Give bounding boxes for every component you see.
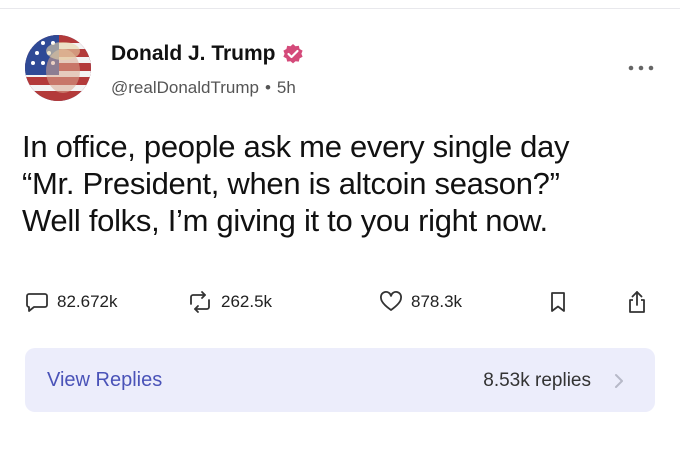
top-divider	[0, 8, 680, 9]
repost-count: 262.5k	[221, 292, 273, 311]
reply-count: 82.672k	[57, 292, 118, 311]
post-line-3: Well folks, I’m giving it to you right n…	[22, 203, 548, 238]
author-name[interactable]: Donald J. Trump	[111, 42, 276, 66]
comment-icon	[26, 293, 48, 312]
like-count: 878.3k	[411, 292, 463, 311]
avatar[interactable]	[25, 35, 91, 101]
share-button[interactable]	[625, 288, 657, 316]
meta-separator: •	[264, 78, 271, 97]
author-handle[interactable]: @realDonaldTrump	[111, 78, 259, 97]
reply-total: 8.53k replies	[483, 370, 591, 391]
bookmark-button[interactable]	[548, 288, 576, 316]
share-icon	[629, 291, 645, 313]
view-replies-link[interactable]: View Replies	[47, 369, 162, 392]
post-body: In office, people ask me every single da…	[22, 128, 662, 239]
repost-icon	[190, 291, 210, 313]
flag-portrait-avatar-icon	[25, 35, 91, 101]
repost-button[interactable]: 262.5k	[187, 288, 272, 316]
reply-button[interactable]: 82.672k	[25, 288, 118, 316]
bookmark-icon	[551, 292, 565, 312]
post-time[interactable]: 5h	[277, 78, 296, 97]
post-line-1: In office, people ask me every single da…	[22, 129, 570, 164]
chevron-right-icon[interactable]	[613, 372, 625, 390]
more-options-icon[interactable]	[626, 60, 656, 76]
like-button[interactable]: 878.3k	[379, 288, 462, 316]
action-bar: 82.672k 262.5k 878.3k	[25, 288, 665, 316]
view-replies-bar[interactable]: View Replies 8.53k replies	[25, 348, 655, 412]
post-line-2: “Mr. President, when is altcoin season?”	[22, 166, 560, 201]
verified-badge-icon	[282, 44, 303, 64]
author-name-row[interactable]: Donald J. Trump	[111, 42, 304, 66]
author-meta: @realDonaldTrump • 5h	[111, 78, 296, 98]
heart-icon	[380, 291, 402, 311]
